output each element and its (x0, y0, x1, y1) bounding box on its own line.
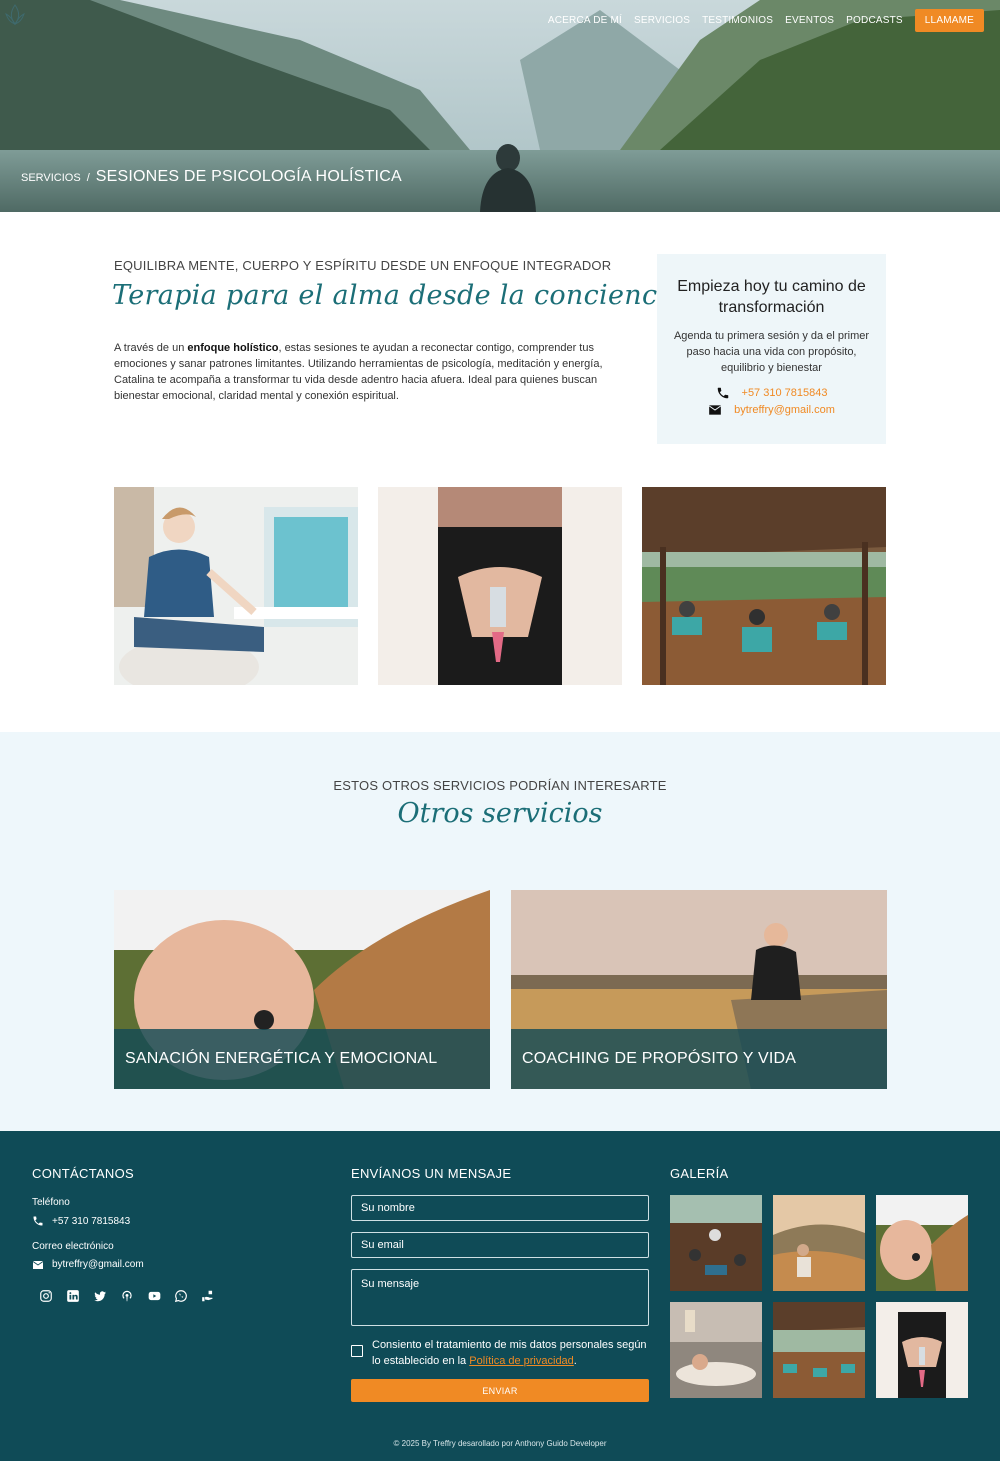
social-links (38, 1288, 216, 1304)
service-card-energy[interactable]: SANACIÓN ENERGÉTICA Y EMOCIONAL (114, 890, 490, 1089)
other-services-section: ESTOS OTROS SERVICIOS PODRÍAN INTERESART… (0, 732, 1000, 1132)
intro-text-bold: enfoque holístico (187, 342, 279, 354)
mail-icon (708, 405, 722, 415)
cta-card-title: Empieza hoy tu camino de transformación (677, 278, 866, 316)
service-card-title: SANACIÓN ENERGÉTICA Y EMOCIONAL (125, 1050, 438, 1067)
copyright: © 2025 By Treffry desarollado por Anthon… (393, 1439, 607, 1448)
consent-checkbox[interactable] (351, 1345, 363, 1357)
consent-period: . (573, 1355, 577, 1367)
footer-email-link[interactable]: bytreffry@gmail.com (32, 1259, 144, 1270)
footer-phone: +57 310 7815843 (52, 1215, 131, 1227)
gallery-image[interactable] (773, 1302, 865, 1398)
gallery-image[interactable] (670, 1302, 762, 1398)
footer-phone-label: Teléfono (32, 1197, 70, 1208)
gallery-image[interactable] (876, 1195, 968, 1291)
phone-icon (33, 1216, 43, 1226)
linkedin-icon[interactable] (65, 1288, 81, 1304)
contact-cta-card: Empieza hoy tu camino de transformación … (657, 254, 886, 444)
twitter-icon[interactable] (92, 1288, 108, 1304)
footer-phone-link[interactable]: +57 310 7815843 (32, 1215, 130, 1227)
site-footer: CONTÁCTANOS Teléfono +57 310 7815843 Cor… (0, 1131, 1000, 1461)
service-card-band: COACHING DE PROPÓSITO Y VIDA (511, 1029, 887, 1089)
cta-card-text: Agenda tu primera sesión y da el primer … (673, 330, 870, 374)
name-input[interactable]: Su nombre (351, 1195, 649, 1221)
call-button[interactable]: LLAMAME (914, 9, 984, 32)
cta-email: bytreffry@gmail.com (734, 404, 835, 416)
mail-icon (32, 1260, 44, 1269)
footer-email: bytreffry@gmail.com (52, 1259, 144, 1270)
whatsapp-icon[interactable] (173, 1288, 189, 1304)
breadcrumb-parent[interactable]: SERVICIOS (21, 172, 81, 184)
youtube-icon[interactable] (146, 1288, 162, 1304)
intro-paragraph: A través de un enfoque holístico, estas … (114, 340, 614, 404)
hero-banner: ACERCA DE MÍ SERVICIOS TESTIMONIOS EVENT… (0, 0, 1000, 212)
intro-eyebrow: EQUILIBRA MENTE, CUERPO Y ESPÍRITU DESDE… (114, 258, 612, 273)
nav-item-servicios[interactable]: SERVICIOS (634, 15, 690, 26)
phone-icon (717, 387, 728, 399)
main-nav: ACERCA DE MÍ SERVICIOS TESTIMONIOS EVENT… (548, 9, 984, 32)
footer-email-label: Correo electrónico (32, 1241, 114, 1252)
service-card-title: COACHING DE PROPÓSITO Y VIDA (522, 1050, 797, 1067)
podcast-icon[interactable] (119, 1288, 135, 1304)
others-script-title: Otros servicios (397, 798, 603, 829)
service-card-band: SANACIÓN ENERGÉTICA Y EMOCIONAL (114, 1029, 490, 1089)
nav-item-testimonios[interactable]: TESTIMONIOS (702, 15, 773, 26)
logo-icon[interactable] (0, 0, 30, 30)
photo-crystal-hands (378, 487, 622, 685)
privacy-consent: Consiento el tratamiento de mis datos pe… (351, 1337, 651, 1369)
cta-phone-link[interactable]: +57 310 7815843 (671, 386, 872, 400)
service-card-coaching[interactable]: COACHING DE PROPÓSITO Y VIDA (511, 890, 887, 1089)
intro-script-title: Terapia para el alma desde la conciencia (112, 280, 683, 311)
nav-item-podcasts[interactable]: PODCASTS (846, 15, 903, 26)
send-button[interactable]: ENVIAR (351, 1379, 649, 1402)
footer-message-heading: ENVÍANOS UN MENSAJE (351, 1166, 512, 1181)
photo-meditation-home (114, 487, 358, 685)
message-textarea[interactable]: Su mensaje (351, 1269, 649, 1326)
photo-yoga-deck (642, 487, 886, 685)
footer-contact-heading: CONTÁCTANOS (32, 1166, 135, 1181)
cta-phone: +57 310 7815843 (741, 387, 828, 399)
others-eyebrow: ESTOS OTROS SERVICIOS PODRÍAN INTERESART… (333, 778, 667, 793)
intro-text-start: A través de un (114, 342, 188, 354)
donate-icon[interactable] (200, 1288, 216, 1304)
page-title: SESIONES DE PSICOLOGÍA HOLÍSTICA (95, 168, 402, 185)
nav-item-acerca[interactable]: ACERCA DE MÍ (548, 15, 622, 26)
privacy-policy-link[interactable]: Política de privacidad (469, 1355, 574, 1367)
cta-email-link[interactable]: bytreffry@gmail.com (671, 404, 872, 416)
breadcrumb-separator: / (86, 172, 90, 184)
email-input[interactable]: Su email (351, 1232, 649, 1258)
gallery-image[interactable] (670, 1195, 762, 1291)
gallery-image[interactable] (876, 1302, 968, 1398)
footer-gallery-heading: GALERÍA (670, 1166, 729, 1181)
breadcrumb: SERVICIOS / SESIONES DE PSICOLOGÍA HOLÍS… (21, 168, 402, 186)
consent-text: Consiento el tratamiento de mis datos pe… (372, 1337, 651, 1369)
instagram-icon[interactable] (38, 1288, 54, 1304)
nav-item-eventos[interactable]: EVENTOS (785, 15, 834, 26)
gallery-image[interactable] (773, 1195, 865, 1291)
